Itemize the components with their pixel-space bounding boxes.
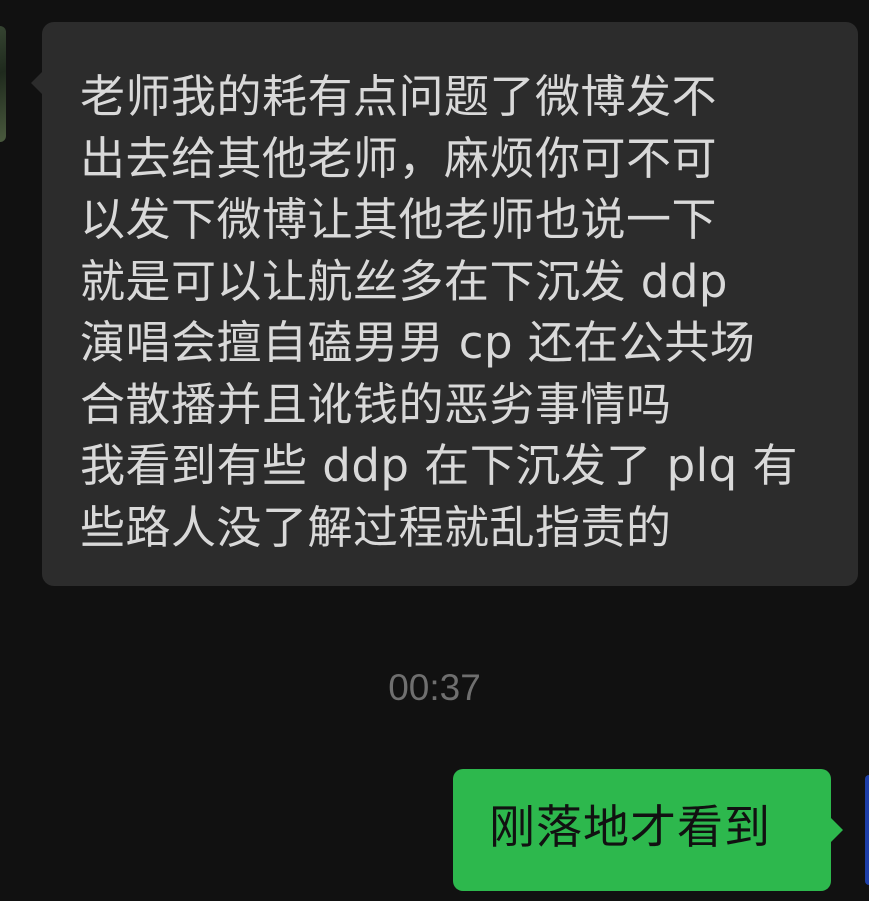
incoming-bubble-tail bbox=[31, 71, 43, 95]
message-line: 我看到有些 ddp 在下沉发了 plq 有 bbox=[80, 439, 799, 492]
message-line: 些路人没了解过程就乱指责的 bbox=[80, 500, 672, 554]
outgoing-message-bubble[interactable]: 刚落地才看到 bbox=[453, 769, 843, 891]
message-line: 以发下微博让其他老师也说一下 bbox=[80, 193, 718, 246]
outgoing-message-text: 刚落地才看到 bbox=[489, 800, 771, 854]
outgoing-bubble-tail bbox=[831, 818, 843, 842]
message-line: 出去给其他老师，麻烦你可不可 bbox=[80, 131, 718, 185]
contact-avatar[interactable] bbox=[0, 26, 6, 142]
chat-window[interactable]: 老师我的耗有点问题了微博发不 出去给其他老师，麻烦你可不可 以发下微博让其他老师… bbox=[0, 0, 869, 901]
self-avatar[interactable] bbox=[865, 775, 869, 885]
message-line: 老师我的耗有点问题了微博发不 bbox=[80, 70, 718, 123]
message-timestamp: 00:37 bbox=[388, 667, 481, 708]
message-line: 合散播并且讹钱的恶劣事情吗 bbox=[80, 377, 672, 431]
incoming-message-bubble[interactable]: 老师我的耗有点问题了微博发不 出去给其他老师，麻烦你可不可 以发下微博让其他老师… bbox=[31, 22, 858, 586]
message-line: 演唱会擅自磕男男 cp 还在公共场 bbox=[80, 316, 756, 369]
message-line: 就是可以让航丝多在下沉发 ddp bbox=[80, 254, 728, 308]
